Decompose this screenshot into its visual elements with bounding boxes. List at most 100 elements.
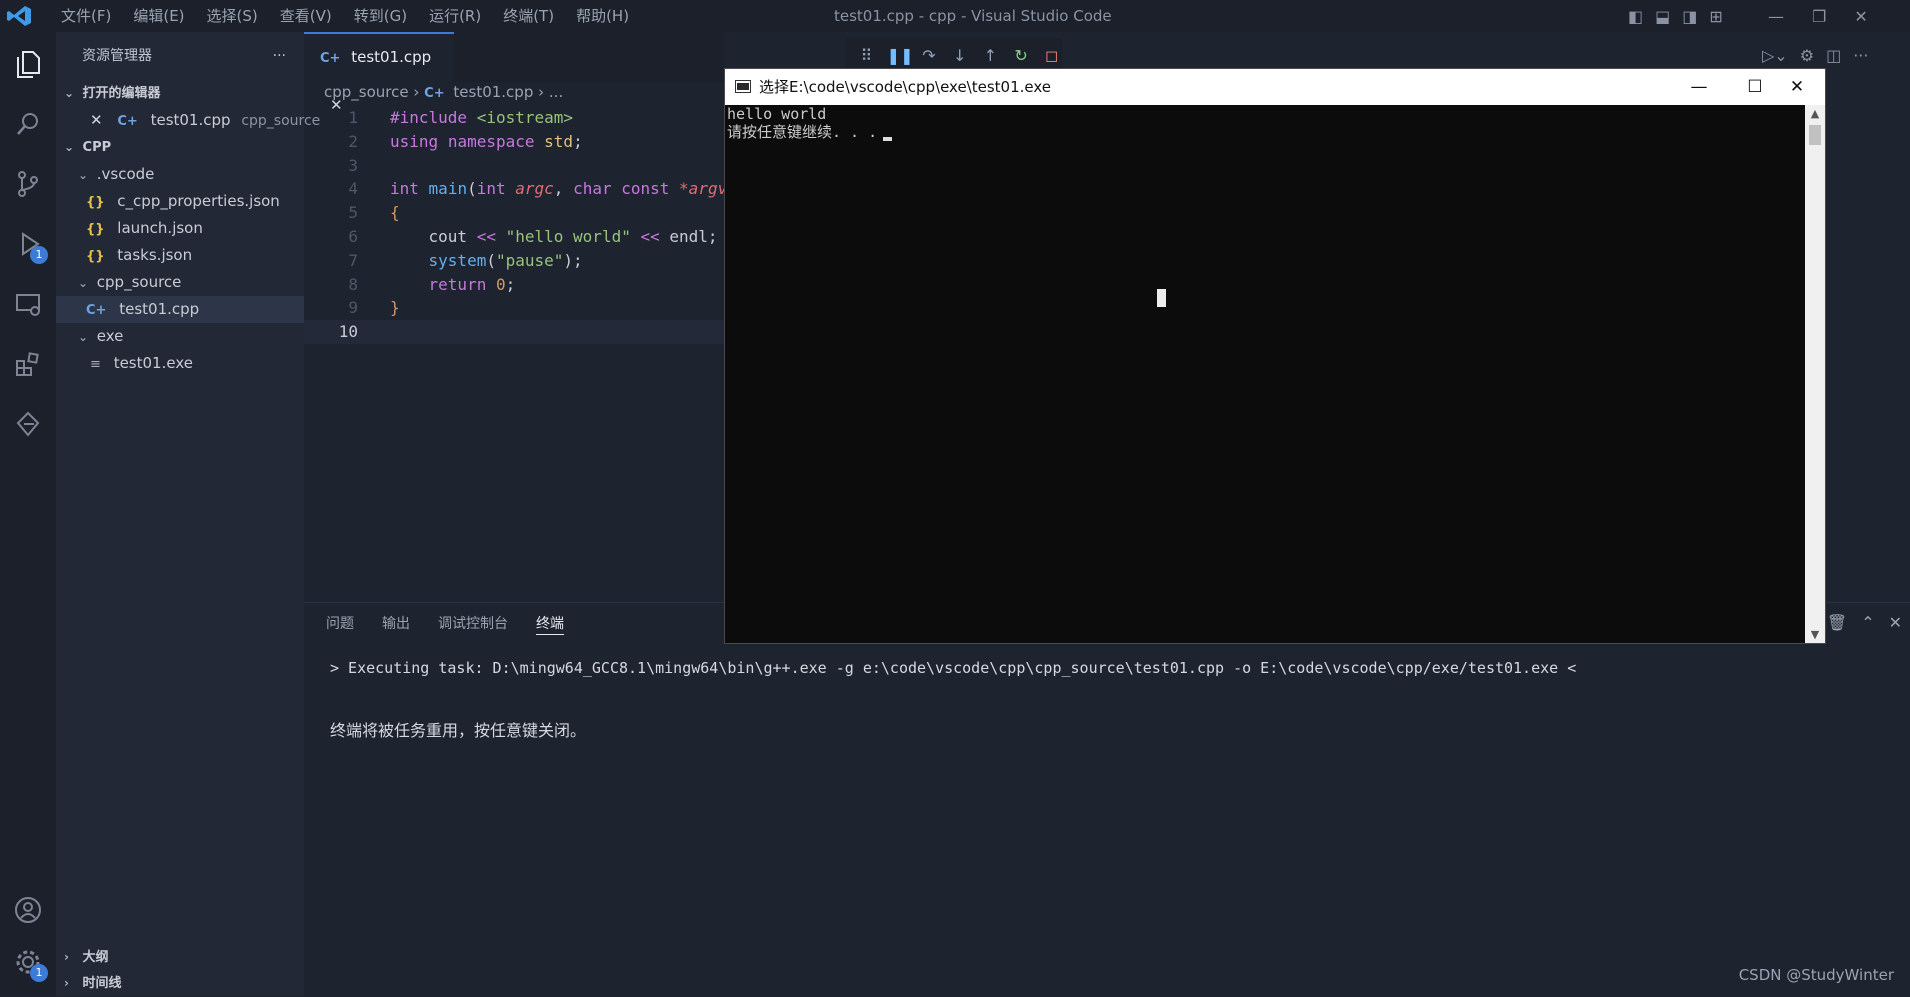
toggle-secondary-sidebar-icon[interactable]: ◨ (1682, 7, 1697, 26)
cpp-file-icon: C+ (424, 86, 445, 101)
split-editor-icon[interactable]: ◫ (1826, 46, 1841, 65)
tab-output[interactable]: 输出 (368, 603, 424, 645)
menu-run[interactable]: 运行(R) (418, 0, 492, 32)
code-line: 5{ (304, 201, 724, 225)
code-editor[interactable]: 1 #include <iostream> 2 using namespace st… (304, 106, 727, 366)
extensions-icon[interactable] (10, 346, 46, 382)
tree-folder-cpp-source[interactable]: ⌄ cpp_source (56, 269, 304, 296)
tab-test01-cpp[interactable]: C+ test01.cpp ✕ (304, 32, 454, 114)
menu-go[interactable]: 转到(G) (343, 0, 418, 32)
settings-gear-icon[interactable]: ⚙ (1800, 46, 1814, 65)
tree-folder-vscode[interactable]: ⌄ .vscode (56, 161, 304, 188)
toggle-sidebar-icon[interactable]: ◧ (1628, 7, 1643, 26)
breadcrumb-folder[interactable]: cpp_source (324, 83, 409, 101)
scroll-down-icon[interactable]: ▼ (1805, 628, 1825, 641)
open-editors-section[interactable]: ⌄ 打开的编辑器 (56, 80, 304, 107)
line-number: 1 (348, 108, 358, 127)
remote-explorer-icon[interactable] (10, 286, 46, 322)
close-editor-icon[interactable]: ✕ (90, 111, 103, 129)
tab-terminal[interactable]: 终端 (522, 603, 578, 645)
trash-icon[interactable]: 🗑 (1827, 613, 1847, 632)
debug-badge: 1 (30, 246, 48, 264)
code-text: cout << "hello world" << endl; (390, 226, 718, 246)
console-output[interactable]: hello world 请按任意键继续. . . (725, 105, 1807, 643)
json-file-icon: {} (86, 195, 105, 210)
testing-icon[interactable] (10, 406, 46, 442)
console-scrollbar[interactable]: ▲ ▼ (1805, 105, 1825, 643)
tab-problems[interactable]: 问题 (312, 603, 368, 645)
editor-actions: ▷⌄ ⚙ ◫ ··· (1756, 38, 1874, 72)
scroll-up-icon[interactable]: ▲ (1805, 107, 1825, 120)
tree-file-tasks-json[interactable]: {} tasks.json (56, 242, 304, 269)
menu-view[interactable]: 查看(V) (269, 0, 343, 32)
outline-label: 大纲 (82, 950, 109, 965)
explorer-sidebar: 资源管理器 ··· ⌄ 打开的编辑器 ✕ C+ test01.cpp cpp_s… (56, 32, 320, 944)
close-window-icon[interactable]: ✕ (1854, 7, 1867, 26)
workspace-section[interactable]: ⌄ CPP (56, 134, 304, 161)
chevron-down-icon: ⌄ (64, 86, 75, 100)
chevron-right-icon: › (538, 83, 549, 101)
console-close-icon[interactable]: ✕ (1769, 69, 1825, 105)
line-number: 9 (348, 298, 358, 318)
search-icon[interactable] (10, 106, 46, 142)
more-icon[interactable]: ··· (1853, 46, 1868, 65)
menu-file[interactable]: 文件(F) (50, 0, 122, 32)
run-debug-icon[interactable]: 1 (10, 226, 48, 264)
console-window[interactable]: 选择E:\code\vscode\cpp\exe\test01.exe — ☐ … (724, 68, 1826, 644)
accounts-icon[interactable] (10, 892, 46, 928)
console-title-bar[interactable]: 选择E:\code\vscode\cpp\exe\test01.exe — ☐ … (725, 69, 1825, 105)
minimize-icon[interactable]: — (1768, 7, 1784, 26)
run-file-icon[interactable]: ▷⌄ (1762, 46, 1788, 65)
terminal-command: > Executing task: D:\mingw64_GCC8.1\ming… (330, 659, 1577, 677)
code-line: 6 cout << "hello world" << endl; (304, 225, 724, 249)
tab-debug-console[interactable]: 调试控制台 (424, 603, 522, 645)
manage-gear-icon[interactable]: 1 (10, 944, 48, 982)
console-minimize-icon[interactable]: — (1671, 69, 1727, 105)
tree-file-c-cpp-properties[interactable]: {} c_cpp_properties.json (56, 188, 304, 215)
activity-bar: 1 1 (0, 32, 56, 996)
toggle-panel-icon[interactable]: ⬓ (1655, 7, 1670, 26)
menu-edit[interactable]: 编辑(E) (122, 0, 195, 32)
console-app-icon (735, 80, 751, 93)
code-line: 7 system("pause"); (304, 249, 724, 273)
tree-folder-exe[interactable]: ⌄ exe (56, 323, 304, 350)
breadcrumb-more[interactable]: ... (549, 83, 563, 101)
line-number: 2 (348, 131, 358, 151)
step-into-icon[interactable]: ↓ (949, 46, 970, 65)
cpp-file-icon: C+ (320, 51, 341, 66)
restore-icon[interactable]: ❐ (1812, 7, 1826, 26)
open-editor-name: test01.cpp (150, 111, 231, 129)
settings-badge: 1 (30, 964, 48, 982)
chevron-down-icon: ⌄ (78, 168, 89, 182)
drag-handle-icon[interactable]: ⠿ (856, 46, 877, 65)
step-out-icon[interactable]: ↑ (980, 46, 1001, 65)
pause-icon[interactable]: ❚❚ (887, 46, 914, 65)
menu-terminal[interactable]: 终端(T) (492, 0, 565, 32)
step-over-icon[interactable]: ↷ (919, 46, 940, 65)
console-line-prompt: 请按任意键继续. . . (727, 123, 1807, 141)
breadcrumb-file[interactable]: test01.cpp (453, 83, 533, 101)
stop-icon[interactable]: ◻ (1041, 46, 1062, 65)
restart-icon[interactable]: ↻ (1011, 46, 1032, 65)
more-actions-icon[interactable]: ··· (273, 32, 286, 80)
tree-file-launch-json[interactable]: {} launch.json (56, 215, 304, 242)
open-editor-item[interactable]: ✕ C+ test01.cpp cpp_source (56, 107, 320, 134)
maximize-panel-icon[interactable]: ⌃ (1861, 613, 1874, 632)
customize-layout-icon[interactable]: ⊞ (1709, 7, 1722, 26)
source-control-icon[interactable] (10, 166, 46, 202)
menu-selection[interactable]: 选择(S) (196, 0, 269, 32)
scroll-thumb[interactable] (1809, 125, 1821, 145)
code-text: #include <iostream> (390, 108, 574, 127)
menu-help[interactable]: 帮助(H) (565, 0, 640, 32)
bottom-panel: 问题 输出 调试控制台 终端 🗑 ⌃ ✕ > Executing task: D… (304, 602, 1910, 997)
close-panel-icon[interactable]: ✕ (1889, 613, 1902, 632)
json-file-icon: {} (86, 222, 105, 237)
outline-section[interactable]: › 大纲 (56, 944, 304, 970)
tree-file-test01-cpp[interactable]: C+ test01.cpp (56, 296, 304, 323)
explorer-icon[interactable] (10, 46, 46, 82)
chevron-down-icon: ⌄ (78, 276, 89, 290)
timeline-section[interactable]: › 时间线 (56, 970, 304, 996)
watermark: CSDN @StudyWinter (1738, 966, 1894, 984)
json-file-icon: {} (86, 249, 105, 264)
tree-file-test01-exe[interactable]: ≡ test01.exe (56, 350, 304, 377)
